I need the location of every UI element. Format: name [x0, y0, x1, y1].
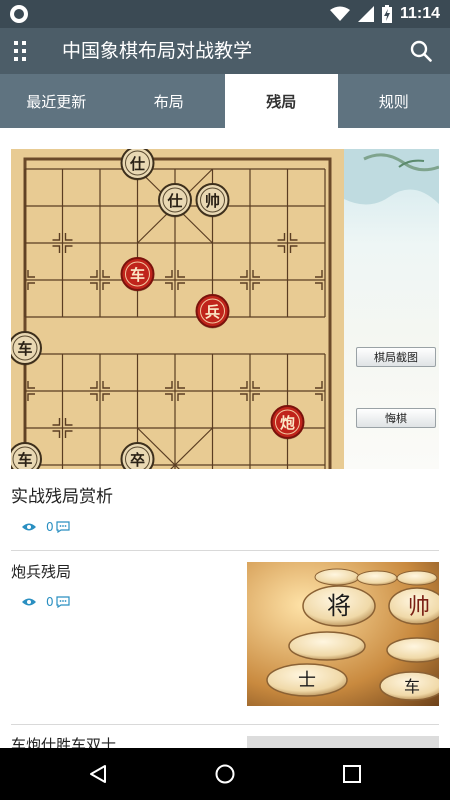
- chess-board-image: 仕仕帅车兵车炮车卒: [11, 149, 344, 469]
- chess-piece: 车: [120, 257, 155, 292]
- tab-bar: 最近更新 布局 残局 规则: [0, 74, 450, 128]
- board-screenshot-button[interactable]: 棋局截图: [356, 347, 436, 367]
- svg-text:车: 车: [130, 266, 145, 284]
- thumb-piece-label: 将: [327, 592, 351, 620]
- system-nav-bar: [0, 748, 450, 800]
- featured-card[interactable]: 仕仕帅车兵车炮车卒 棋局截图 悔棋: [11, 149, 439, 469]
- comment-icon: [56, 596, 70, 608]
- chess-piece: 卒: [120, 442, 155, 469]
- board-side-panel: 棋局截图 悔棋: [344, 149, 439, 469]
- list-item-stats: 0: [22, 595, 70, 609]
- thumb-piece-label: 车: [404, 677, 420, 696]
- chess-piece: 仕: [120, 149, 155, 181]
- chess-piece: 车: [11, 442, 42, 469]
- recent-apps-icon[interactable]: [342, 764, 362, 784]
- tab-recent[interactable]: 最近更新: [0, 74, 113, 128]
- list-item-thumbnail[interactable]: 将 帅 士 车: [247, 562, 439, 706]
- list-item-title[interactable]: 车炮仕胜车双士: [11, 734, 116, 748]
- home-icon[interactable]: [215, 764, 235, 784]
- divider: [11, 724, 439, 725]
- divider: [11, 550, 439, 551]
- thumb-piece-label: 士: [298, 670, 316, 691]
- status-icons: 11:14: [329, 4, 440, 24]
- eye-icon: [22, 598, 36, 606]
- eye-icon: [22, 523, 36, 531]
- chess-piece: 兵: [195, 294, 230, 329]
- undo-move-button[interactable]: 悔棋: [356, 408, 436, 428]
- chess-piece: 车: [11, 331, 42, 366]
- status-bar: 11:14: [0, 0, 450, 28]
- tab-endgame[interactable]: 残局: [225, 74, 338, 128]
- ink-landscape-decoration: [344, 149, 439, 205]
- svg-text:卒: 卒: [130, 451, 145, 469]
- svg-text:仕: 仕: [166, 192, 182, 210]
- svg-text:车: 车: [17, 451, 32, 469]
- svg-text:炮: 炮: [280, 414, 295, 432]
- app-title: 中国象棋布局对战教学: [62, 40, 253, 62]
- signal-icon: [357, 6, 374, 22]
- grid-menu-icon[interactable]: [14, 41, 28, 61]
- wifi-icon: [329, 6, 350, 21]
- featured-stats: 0: [22, 520, 70, 534]
- battery-charging-icon: [381, 5, 392, 23]
- chess-piece: 帅: [195, 183, 230, 218]
- clock: 11:14: [399, 5, 440, 22]
- svg-text:仕: 仕: [129, 155, 145, 173]
- tab-opening[interactable]: 布局: [113, 74, 226, 128]
- view-count: 0: [46, 520, 54, 534]
- app-bar: 中国象棋布局对战教学: [0, 28, 450, 74]
- list-item-title[interactable]: 炮兵残局: [11, 561, 71, 582]
- tab-rules[interactable]: 规则: [338, 74, 450, 128]
- featured-title: 实战残局赏析: [11, 487, 113, 507]
- svg-text:兵: 兵: [205, 303, 220, 321]
- comment-icon: [56, 521, 70, 533]
- notification-icon: [10, 5, 28, 23]
- svg-text:车: 车: [17, 340, 32, 358]
- list-item-thumbnail[interactable]: [247, 736, 439, 748]
- chess-piece: 仕: [158, 183, 192, 218]
- thumb-piece-label: 帅: [408, 595, 430, 620]
- view-count: 0: [46, 595, 54, 609]
- back-icon[interactable]: [88, 764, 108, 784]
- svg-text:帅: 帅: [205, 192, 220, 210]
- chess-piece: 炮: [270, 405, 305, 440]
- content-list[interactable]: 仕仕帅车兵车炮车卒 棋局截图 悔棋 实战残局赏析 0 炮兵残局 0 将 帅 士 …: [0, 128, 450, 748]
- search-icon[interactable]: [410, 40, 432, 62]
